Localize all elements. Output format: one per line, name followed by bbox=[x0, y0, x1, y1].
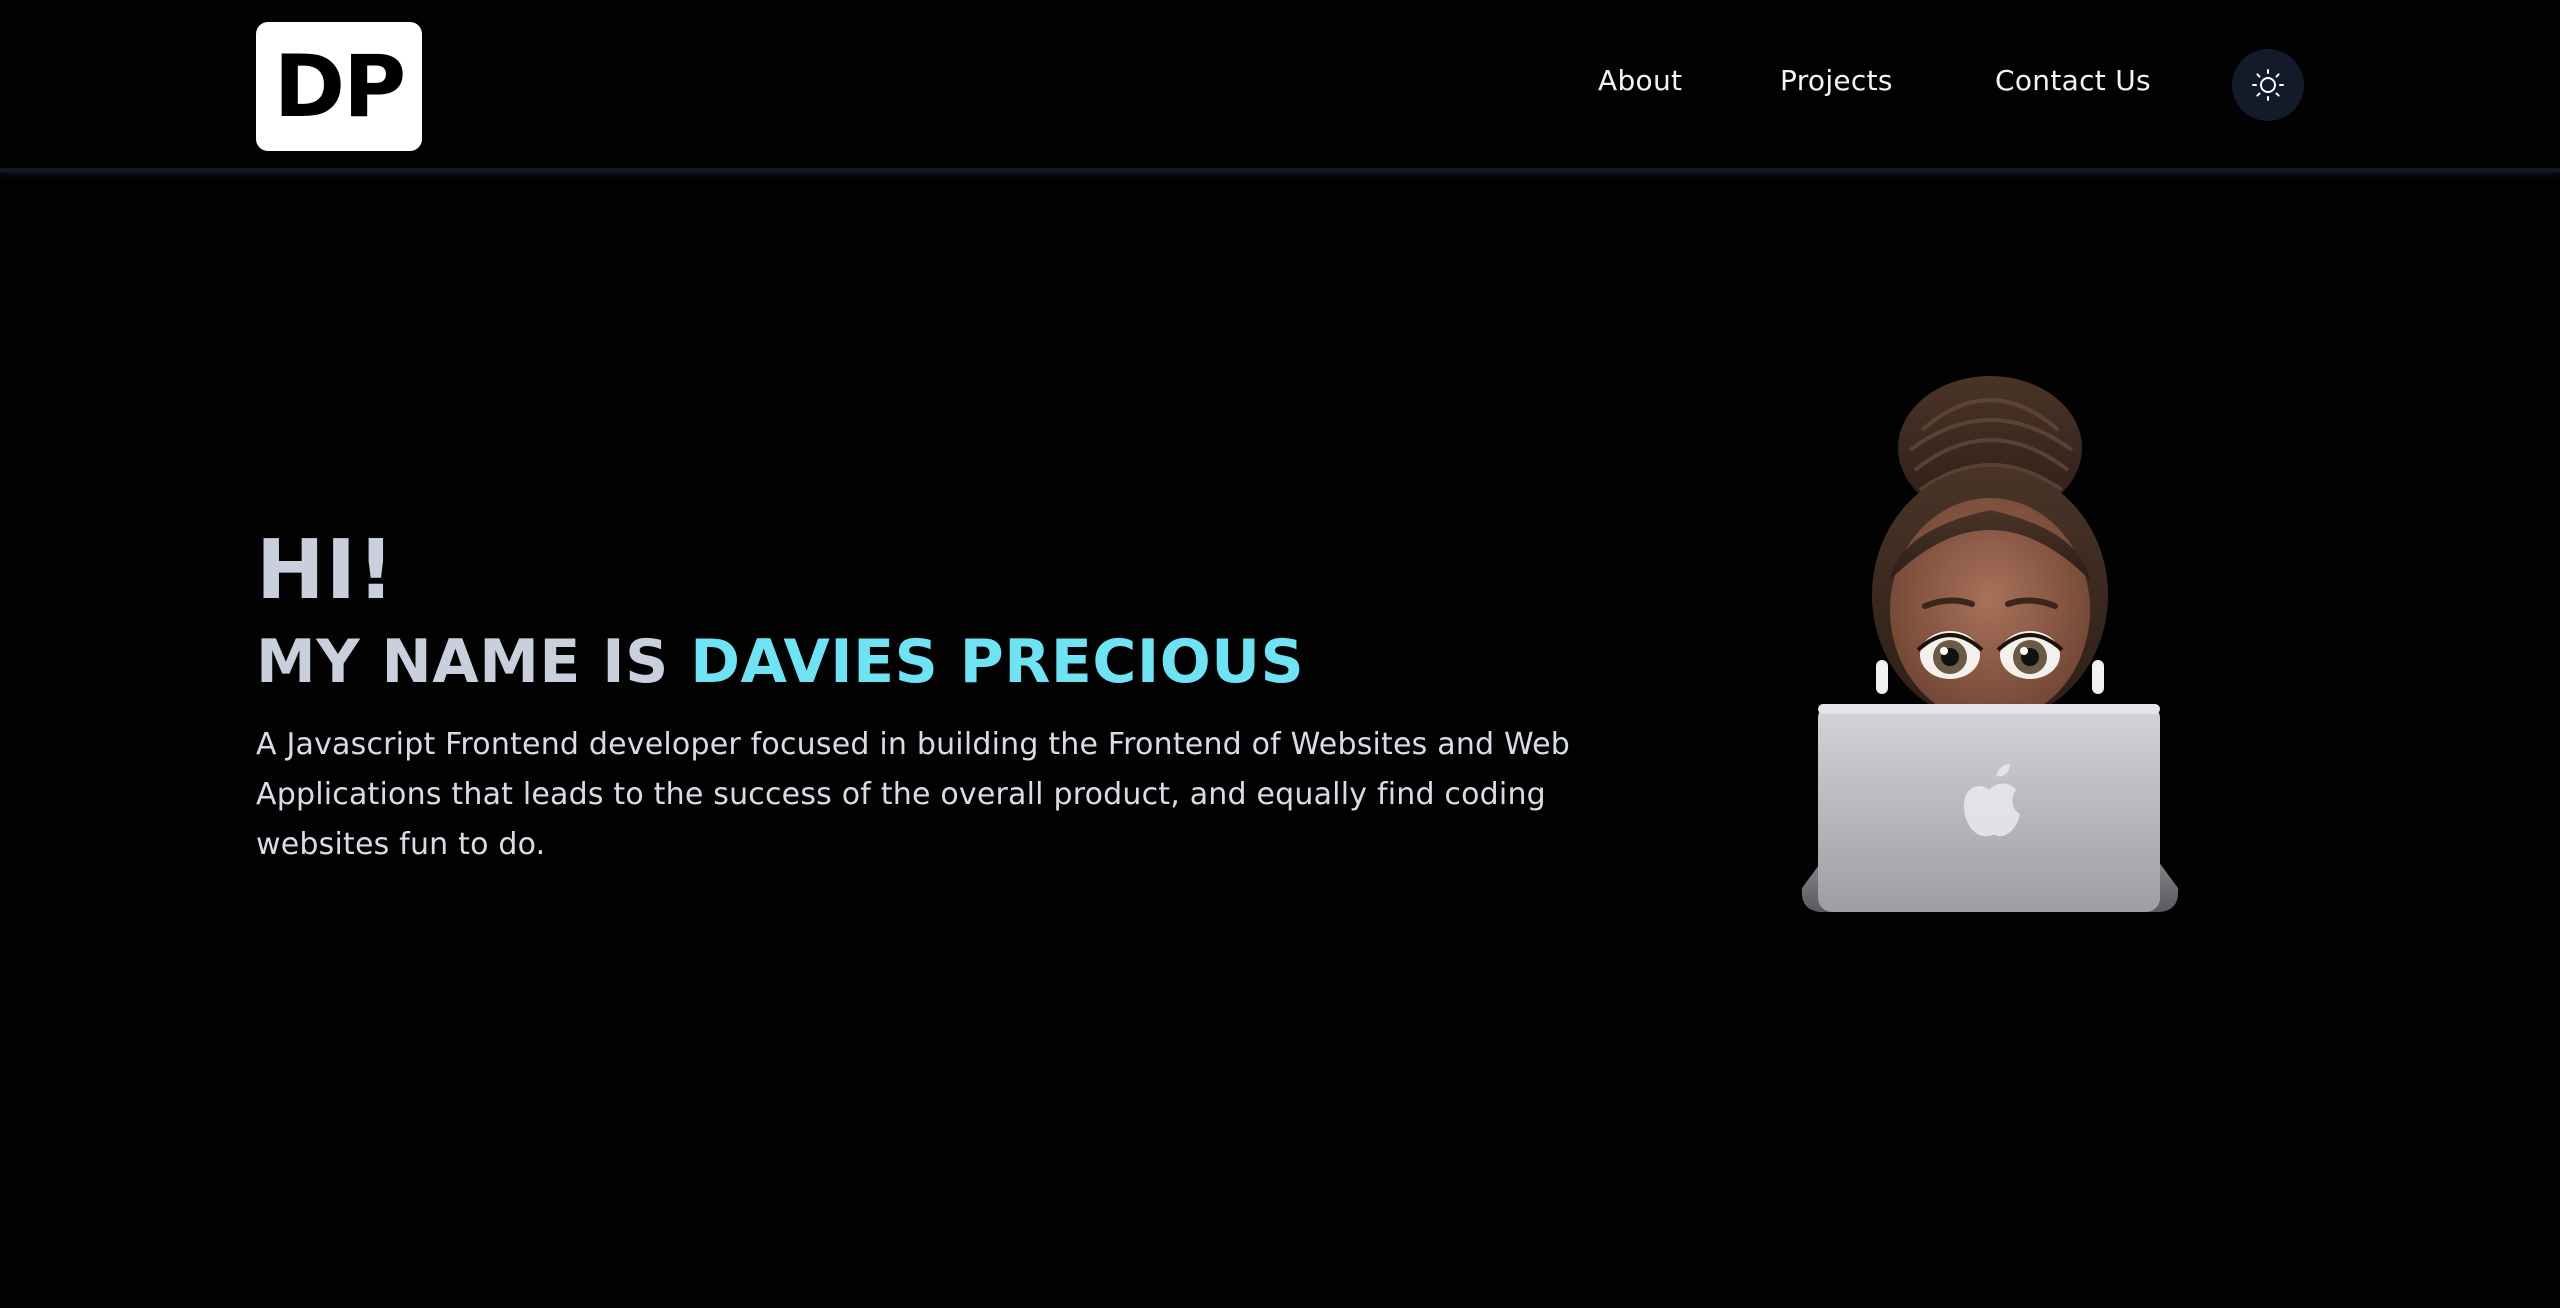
hero-description: A Javascript Frontend developer focused … bbox=[256, 727, 1571, 862]
memoji-laptop-avatar-icon bbox=[1801, 376, 2179, 912]
logo-text: DP bbox=[273, 36, 406, 137]
nav-link-contact[interactable]: Contact Us bbox=[1995, 64, 2151, 97]
name-highlight: DAVIES PRECIOUS bbox=[690, 627, 1305, 697]
avatar-image bbox=[1790, 370, 2190, 920]
theme-toggle-button[interactable] bbox=[2232, 49, 2304, 121]
name-prefix: MY NAME IS bbox=[256, 627, 691, 697]
sun-icon bbox=[2252, 69, 2284, 101]
hero-section: HI! MY NAME IS DAVIES PRECIOUS A Javascr… bbox=[256, 530, 1656, 870]
nav-link-projects[interactable]: Projects bbox=[1780, 64, 1893, 97]
site-header: DP About Projects Contact Us bbox=[0, 0, 2560, 172]
greeting-heading: HI! bbox=[256, 523, 396, 618]
nav-link-about[interactable]: About bbox=[1598, 64, 1682, 97]
name-heading: MY NAME IS DAVIES PRECIOUS bbox=[256, 632, 1656, 692]
logo[interactable]: DP bbox=[256, 22, 422, 151]
